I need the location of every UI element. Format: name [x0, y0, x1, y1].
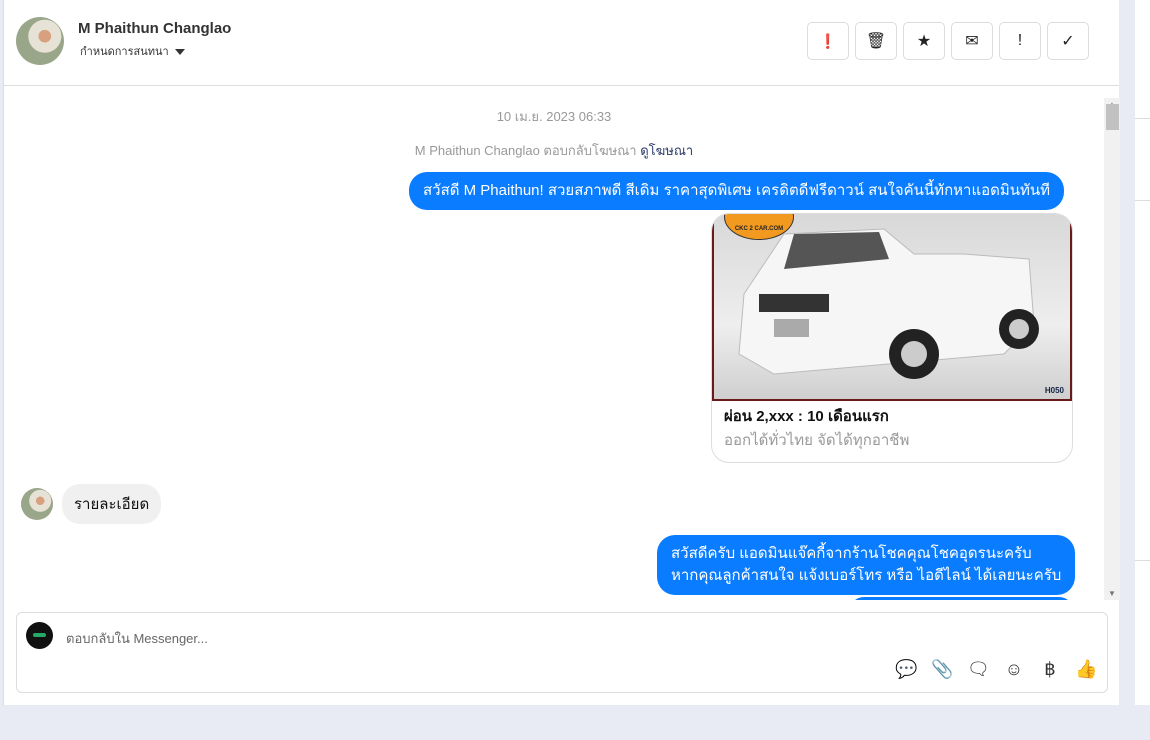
- mark-done-button[interactable]: ✓: [1047, 22, 1089, 60]
- quick-reply-icon[interactable]: 🗨: [967, 659, 990, 680]
- trash-icon: 🗑: [865, 33, 887, 50]
- timestamp: 10 เม.ย. 2023 06:33: [496, 109, 612, 124]
- assign-conversation-dropdown[interactable]: กำหนดการสนทนา: [80, 42, 185, 60]
- reply-composer[interactable]: ตอบกลับใน Messenger... 💬 📎 🗨 ☺ ฿ 👍: [16, 612, 1108, 693]
- reply-input[interactable]: ตอบกลับใน Messenger...: [66, 628, 208, 649]
- vehicle-code: H050: [1044, 386, 1064, 395]
- contact-avatar[interactable]: [16, 17, 64, 65]
- page-avatar: [26, 622, 53, 649]
- right-side-panel: [1135, 0, 1150, 705]
- ad-reply-note: M Phaithun Changlao ตอบกลับโฆษณา ดูโฆษณา: [4, 140, 1104, 161]
- view-ad-link[interactable]: ดูโฆษณา: [640, 143, 693, 158]
- assign-label: กำหนดการสนทนา: [80, 46, 169, 58]
- message-line: หากคุณลูกค้าสนใจ แจ้งเบอร์โทร หรือ ไอดีไ…: [671, 567, 1062, 584]
- conversation-header: M Phaithun Changlao กำหนดการสนทนา ❗ 🗑 ★ …: [4, 0, 1119, 86]
- thumbs-up-icon[interactable]: 👍: [1075, 659, 1097, 680]
- payment-baht-icon[interactable]: ฿: [1039, 659, 1061, 680]
- ad-card[interactable]: CKC 2 CAR.COM H050 ผ่อน 2,xxx : 10 เดือน…: [711, 213, 1073, 463]
- ad-title: ผ่อน 2,xxx : 10 เดือนแรก: [724, 408, 889, 425]
- emoji-icon[interactable]: ☺: [1003, 659, 1025, 680]
- vehicle-image: CKC 2 CAR.COM H050: [712, 214, 1072, 401]
- reply-note-text: M Phaithun Changlao ตอบกลับโฆษณา: [414, 143, 637, 158]
- star-button[interactable]: ★: [903, 22, 945, 60]
- follow-up-button[interactable]: !: [999, 22, 1041, 60]
- incoming-message: รายละเอียด: [62, 484, 162, 524]
- outgoing-message: สวัสดี M Phaithun! สวยสภาพดี สีเดิม ราคา…: [409, 172, 1065, 210]
- alert-circle-icon: ❗: [819, 32, 837, 49]
- envelope-icon: ✉: [965, 33, 979, 50]
- saved-reply-icon[interactable]: 💬: [895, 659, 917, 680]
- conversation-panel: M Phaithun Changlao กำหนดการสนทนา ❗ 🗑 ★ …: [3, 0, 1120, 705]
- contact-avatar-small: [21, 488, 53, 520]
- outgoing-message-partial: [849, 597, 1074, 600]
- caret-down-icon: [174, 49, 185, 56]
- delete-button[interactable]: 🗑: [855, 22, 897, 60]
- thread-scrollbar[interactable]: ▲ ▼: [1104, 98, 1120, 600]
- scroll-down-icon[interactable]: ▼: [1108, 589, 1116, 598]
- message-line: สวัสดีครับ แอดมินแจ๊คกี้จากร้านโชคคุณโชค…: [671, 545, 1032, 562]
- outgoing-message: สวัสดีครับ แอดมินแจ๊คกี้จากร้านโชคคุณโชค…: [657, 535, 1076, 595]
- exclamation-icon: !: [1017, 32, 1023, 49]
- ad-subtitle: ออกได้ทั่วไทย จัดได้ทุกอาชีพ: [724, 432, 910, 449]
- contact-name[interactable]: M Phaithun Changlao: [78, 20, 231, 37]
- scroll-thumb[interactable]: [1106, 104, 1119, 130]
- truck-illustration: [738, 228, 1039, 379]
- spam-button[interactable]: ❗: [807, 22, 849, 60]
- attachment-icon[interactable]: 📎: [931, 659, 953, 680]
- star-icon: ★: [916, 33, 932, 50]
- mark-unread-button[interactable]: ✉: [951, 22, 993, 60]
- message-thread: 10 เม.ย. 2023 06:33 M Phaithun Changlao …: [4, 86, 1104, 600]
- check-icon: ✓: [1061, 33, 1075, 50]
